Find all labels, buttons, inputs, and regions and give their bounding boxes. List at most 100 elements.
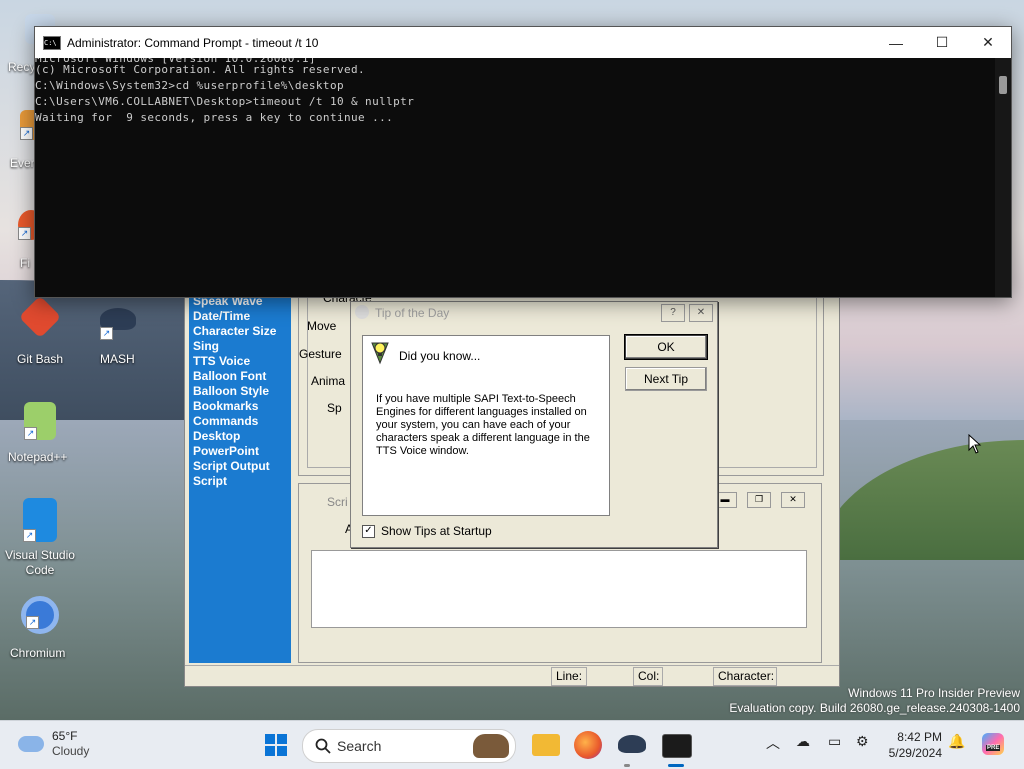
network-icon[interactable]: ▭ xyxy=(828,733,841,750)
mash-sidebar: Speak Wave Date/Time Character Size Sing… xyxy=(189,294,291,663)
sidebar-item[interactable]: Desktop xyxy=(189,429,291,444)
cmd-title-bar[interactable]: C:\ Administrator: Command Prompt - time… xyxy=(35,27,1011,58)
cloud-offline-icon[interactable]: ☁ xyxy=(796,733,810,750)
notification-bell-icon[interactable]: 🔔 xyxy=(948,733,965,750)
sidebar-item[interactable]: Sing xyxy=(189,339,291,354)
console-line: Waiting for 9 seconds, press a key to co… xyxy=(35,111,394,124)
notepad-plus-plus-icon: ↗ xyxy=(24,402,56,440)
cmd-title: Administrator: Command Prompt - timeout … xyxy=(67,35,319,50)
terminal-icon[interactable] xyxy=(662,734,692,758)
sidebar-item[interactable]: PowerPoint xyxy=(189,444,291,459)
status-character-label: Character: xyxy=(718,669,775,683)
next-tip-button[interactable]: Next Tip xyxy=(625,367,707,391)
tip-message: If you have multiple SAPI Text-to-Speech… xyxy=(376,393,590,457)
sidebar-item[interactable]: Script Output xyxy=(189,459,291,474)
clock[interactable]: 8:42 PM 5/29/2024 xyxy=(882,729,942,761)
dialog-title: Tip of the Day xyxy=(375,306,450,320)
status-bar: Line: Col: Character: xyxy=(185,665,839,686)
desktop-icon-chromium[interactable]: ↗ Chromium xyxy=(0,596,80,660)
desktop-icon-label: Fi xyxy=(20,256,30,270)
tip-content-box: Did you know... If you have multiple SAP… xyxy=(362,335,610,516)
command-prompt-window[interactable]: C:\ Administrator: Command Prompt - time… xyxy=(34,26,1012,298)
sidebar-item[interactable]: Character Size xyxy=(189,324,291,339)
console-line: C:\Windows\System32>cd %userprofile%\des… xyxy=(35,79,344,92)
firefox-icon[interactable] xyxy=(574,731,602,759)
weather-desc: Cloudy xyxy=(52,744,90,758)
desktop-icon-label: Recy xyxy=(8,60,36,74)
tip-of-the-day-dialog[interactable]: Tip of the Day ? ✕ Did you know... If yo… xyxy=(350,301,718,548)
cloud-icon xyxy=(18,736,44,752)
dialog-title-bar: Tip of the Day ? ✕ xyxy=(351,302,717,324)
pre-badge: PRE xyxy=(986,745,1001,751)
file-explorer-icon[interactable] xyxy=(532,734,560,756)
maximize-button[interactable]: ☐ xyxy=(919,27,965,58)
start-button[interactable] xyxy=(262,731,290,759)
mouse-cursor-icon xyxy=(968,434,982,454)
chromium-icon: ↗ xyxy=(21,596,59,634)
checkbox-checked-icon[interactable]: ✓ xyxy=(362,524,375,538)
console-output[interactable]: Microsoft Windows [Version 10.0.26080.1]… xyxy=(35,58,995,297)
close-button[interactable]: ✕ xyxy=(965,27,1011,58)
weather-temp: 65°F xyxy=(52,729,78,743)
terminal-active-indicator xyxy=(668,764,684,767)
sidebar-item[interactable]: Balloon Font xyxy=(189,369,291,384)
desktop-icon-label: Git Bash xyxy=(17,352,64,366)
status-col-label: Col: xyxy=(638,669,660,683)
console-line: C:\Users\VM6.COLLABNET\Desktop>timeout /… xyxy=(35,95,415,108)
speed-label: Sp xyxy=(327,401,342,415)
help-button[interactable]: ? xyxy=(661,304,685,322)
sidebar-item[interactable]: Script xyxy=(189,474,291,489)
sidebar-item[interactable]: Balloon Style xyxy=(189,384,291,399)
mash-icon: ↗ xyxy=(100,308,136,340)
lightbulb-icon xyxy=(371,342,389,365)
minimize-button[interactable]: — xyxy=(873,27,919,58)
close-button[interactable]: ✕ xyxy=(781,492,805,508)
tip-heading: Did you know... xyxy=(399,349,481,363)
settings-tray-icon[interactable]: ⚙ xyxy=(856,733,869,750)
sidebar-item[interactable]: Date/Time xyxy=(189,309,291,324)
sidebar-item[interactable]: Commands xyxy=(189,414,291,429)
close-button[interactable]: ✕ xyxy=(689,304,713,322)
status-line-label: Line: xyxy=(556,669,583,683)
search-highlight-icon xyxy=(473,734,509,758)
evaluation-watermark: Windows 11 Pro Insider Preview Evaluatio… xyxy=(729,686,1020,716)
script-text-area[interactable] xyxy=(311,550,807,628)
desktop-icon-vscode[interactable]: ↗ Visual Studio Code xyxy=(0,498,80,577)
watermark-line: Evaluation copy. Build 26080.ge_release.… xyxy=(729,701,1020,715)
desktop-icon-label: Chromium xyxy=(10,646,66,660)
desktop-icon-git-bash[interactable]: Git Bash xyxy=(0,295,80,366)
gesture-label: Gesture xyxy=(299,347,342,361)
taskbar-search[interactable]: Search xyxy=(302,729,516,763)
search-label: Search xyxy=(337,738,382,754)
desktop-icon-label: Visual Studio Code xyxy=(5,548,75,577)
desktop-icon-label: Ever xyxy=(10,156,35,170)
restore-button[interactable]: ❐ xyxy=(747,492,771,508)
ok-button[interactable]: OK xyxy=(624,334,708,360)
show-tips-at-startup[interactable]: ✓ Show Tips at Startup xyxy=(362,524,492,538)
script-window-title: Scri xyxy=(327,495,348,509)
animation-label: Anima xyxy=(311,374,346,388)
sidebar-item[interactable]: Bookmarks xyxy=(189,399,291,414)
chevron-up-icon[interactable]: ︿ xyxy=(766,733,780,753)
git-bash-icon xyxy=(18,295,62,339)
clock-time: 8:42 PM xyxy=(897,730,942,744)
copilot-icon[interactable]: PRE xyxy=(982,733,1004,755)
watermark-line: Windows 11 Pro Insider Preview xyxy=(848,686,1020,700)
sidebar-item[interactable]: TTS Voice xyxy=(189,354,291,369)
desktop-icon-notepad-plus-plus[interactable]: ↗ Notepad++ xyxy=(0,402,80,464)
vscode-icon: ↗ xyxy=(23,498,57,542)
mash-taskbar-icon[interactable] xyxy=(618,735,646,753)
weather-widget[interactable]: 65°F Cloudy xyxy=(18,729,89,759)
desktop-icon-label: Notepad++ xyxy=(8,450,68,464)
mash-active-indicator xyxy=(624,764,630,767)
cmd-app-icon: C:\ xyxy=(43,35,61,50)
show-tips-label: Show Tips at Startup xyxy=(381,524,492,538)
desktop-icon-mash[interactable]: ↗ MASH xyxy=(78,308,158,366)
search-icon xyxy=(315,738,331,754)
dialog-app-icon xyxy=(355,305,369,319)
taskbar: 65°F Cloudy Search ︿ ☁ ▭ ⚙ 8:42 PM 5/29/… xyxy=(0,720,1024,769)
clock-date: 5/29/2024 xyxy=(888,746,942,760)
console-line: (c) Microsoft Corporation. All rights re… xyxy=(35,63,366,76)
cmd-scrollbar[interactable] xyxy=(995,58,1011,297)
move-label: Move xyxy=(307,319,337,333)
